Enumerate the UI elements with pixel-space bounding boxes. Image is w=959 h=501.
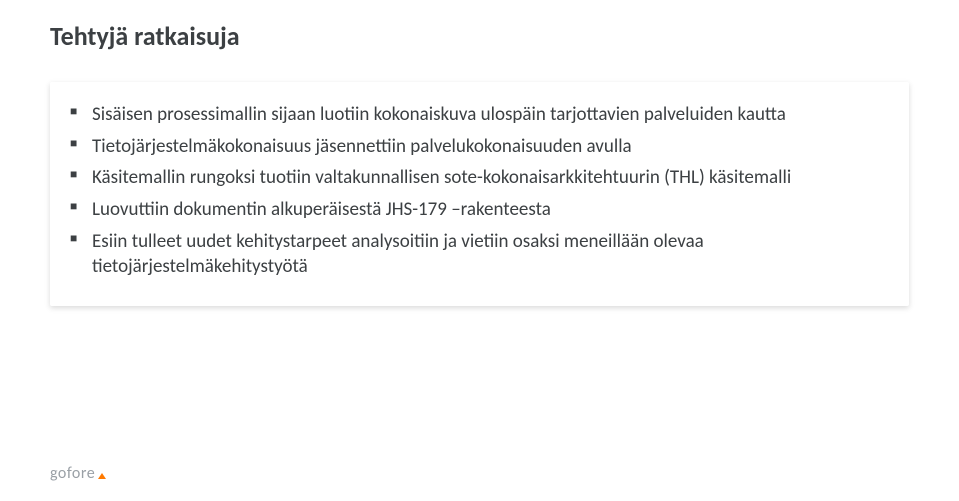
list-item: Sisäisen prosessimallin sijaan luotiin k… <box>70 102 899 128</box>
footer-logo: gofore <box>50 464 106 483</box>
slide-title: Tehtyjä ratkaisuja <box>50 20 909 52</box>
content-box: Sisäisen prosessimallin sijaan luotiin k… <box>50 82 909 306</box>
list-item: Tietojärjestelmäkokonaisuus jäsennettiin… <box>70 134 899 160</box>
list-item: Esiin tulleet uudet kehitystarpeet analy… <box>70 229 899 280</box>
slide: Tehtyjä ratkaisuja Sisäisen prosessimall… <box>0 0 959 501</box>
list-item: Käsitemallin rungoksi tuotiin valtakunna… <box>70 165 899 191</box>
logo-text: gofore <box>50 464 95 483</box>
bullet-list: Sisäisen prosessimallin sijaan luotiin k… <box>60 102 899 280</box>
list-item: Luovuttiin dokumentin alkuperäisestä JHS… <box>70 197 899 223</box>
logo-caret-icon <box>98 473 106 479</box>
